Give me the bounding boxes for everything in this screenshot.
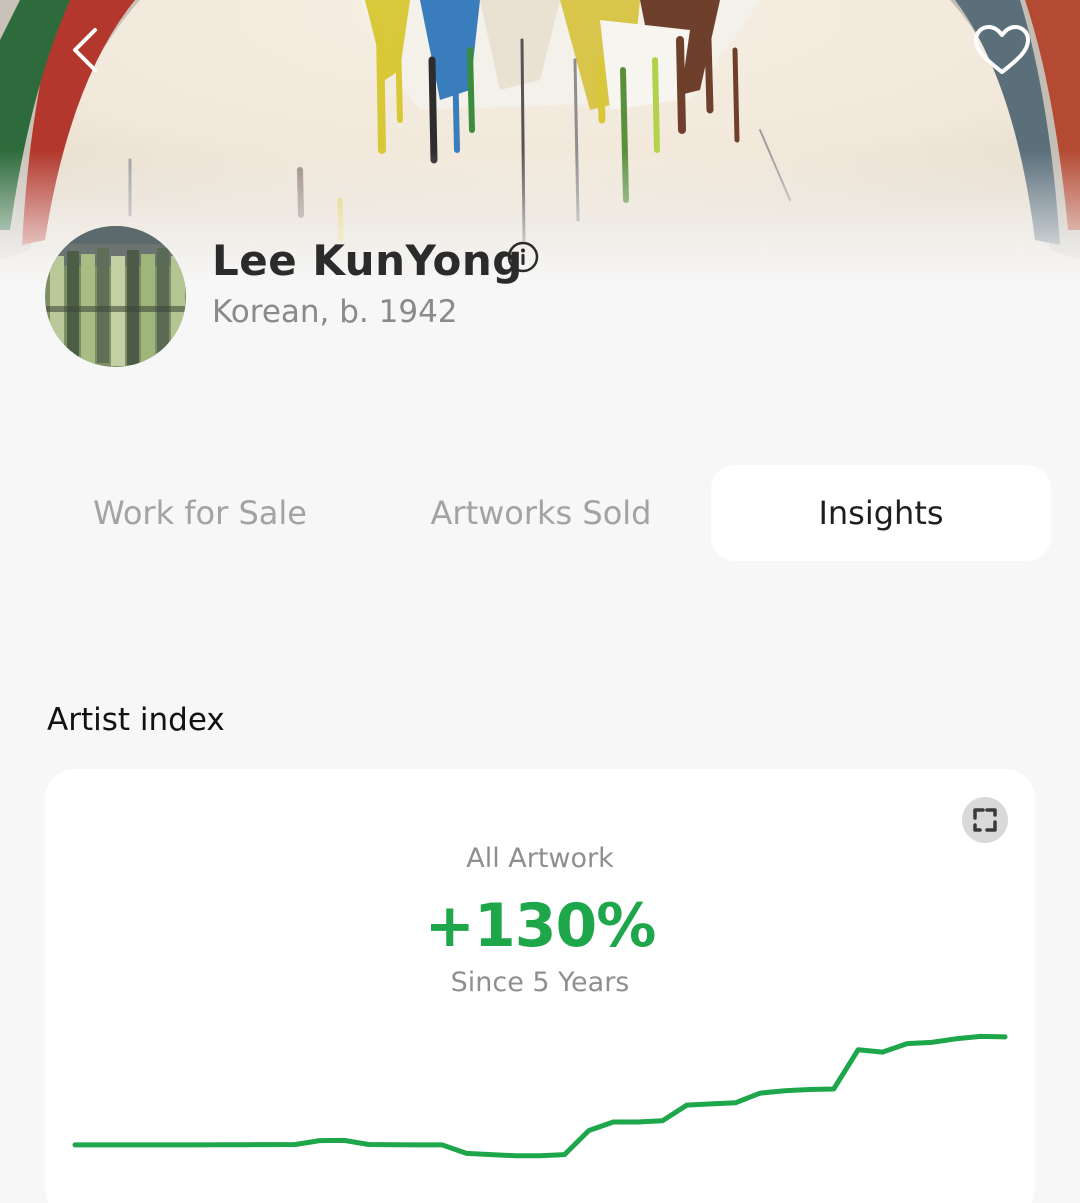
favorite-button[interactable] (972, 20, 1032, 80)
artist-index-chart[interactable] (45, 999, 1035, 1199)
back-button[interactable] (55, 20, 115, 80)
section-title: Artist index (47, 702, 225, 738)
info-circle-icon[interactable] (507, 241, 539, 273)
tab-artworks-sold[interactable]: Artworks Sold (371, 465, 711, 561)
artist-tabs: Work for Sale Artworks Sold Insights (30, 465, 1052, 561)
artist-avatar[interactable] (45, 226, 186, 367)
artist-index-card: All Artwork +130% Since 5 Years (45, 769, 1035, 1203)
artist-name: Lee KunYong (212, 236, 523, 285)
index-category: All Artwork (466, 843, 614, 874)
index-change-value: +130% (424, 891, 657, 961)
expand-icon (973, 808, 997, 832)
expand-button[interactable] (962, 797, 1008, 843)
artist-page: Lee KunYong Korean, b. 1942 Work for Sal… (0, 0, 1080, 1203)
chevron-left-icon (73, 28, 97, 72)
tab-insights[interactable]: Insights (711, 465, 1051, 561)
index-series-line (72, 1033, 1008, 1159)
index-period: Since 5 Years (450, 967, 630, 998)
artist-nationality-birth: Korean, b. 1942 (212, 294, 458, 330)
heart-outline-icon (974, 25, 1030, 74)
tab-work-for-sale[interactable]: Work for Sale (30, 465, 370, 561)
